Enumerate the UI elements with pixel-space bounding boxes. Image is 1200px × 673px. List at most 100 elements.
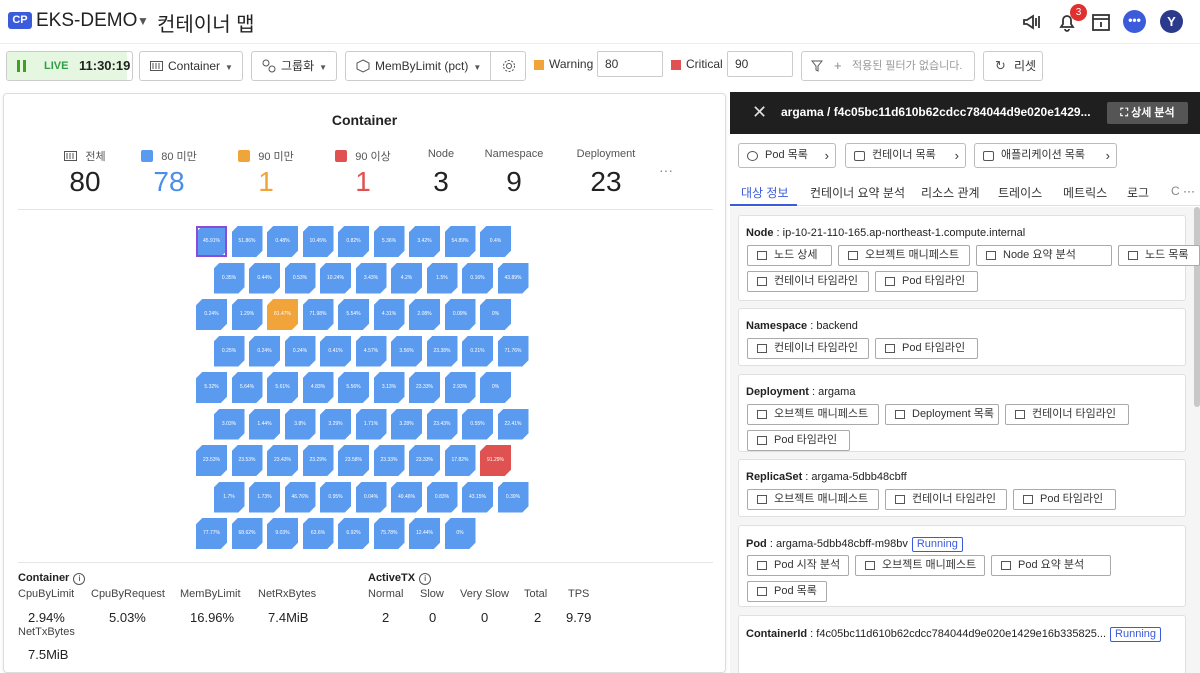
action-button[interactable]: 컨테이너 타임라인 [747, 338, 869, 359]
action-button[interactable]: Pod 타임라인 [1013, 489, 1116, 510]
action-button[interactable]: Node 요약 분석 [976, 245, 1112, 266]
container-cell[interactable]: 0.24% [284, 335, 316, 367]
stat-above-90[interactable]: 90 이상 1 [330, 148, 396, 198]
container-cell[interactable]: 3.28% [391, 408, 422, 440]
container-cell[interactable]: 22.41% [497, 408, 529, 440]
action-button[interactable]: Pod 타임라인 [875, 271, 978, 292]
container-cell[interactable]: 77.77% [196, 518, 227, 549]
tab-logs[interactable]: 로그 [1127, 184, 1149, 201]
container-cell[interactable]: 23.33% [373, 445, 405, 476]
action-button[interactable]: Deployment 목록 [885, 404, 999, 425]
object-type-select[interactable]: Container ▼ [139, 51, 243, 81]
container-cell[interactable]: 43.15% [462, 481, 493, 513]
container-cell[interactable]: 23.43% [426, 408, 458, 440]
container-cell[interactable]: 23.53% [196, 445, 227, 476]
container-cell[interactable]: 0.25% [213, 335, 245, 367]
container-cell[interactable]: 0% [480, 299, 511, 330]
container-cell[interactable]: 6.92% [338, 518, 369, 549]
live-toggle-button[interactable]: LIVE 11:30:19 [6, 51, 133, 81]
tab-target-info[interactable]: 대상 정보 [741, 184, 789, 201]
warning-threshold-input[interactable]: 80 [597, 51, 663, 77]
container-cell[interactable]: 10.24% [320, 262, 351, 294]
container-cell[interactable]: 23.33% [409, 372, 440, 403]
container-cell[interactable]: 3.29% [320, 408, 351, 440]
metric-select[interactable]: MemByLimit (pct) ▼ [345, 51, 491, 81]
container-cell[interactable]: 46.76% [284, 481, 316, 513]
container-cell[interactable]: 0.24% [196, 299, 227, 330]
container-cell[interactable]: 23.53% [231, 445, 263, 476]
action-button[interactable]: 오브젝트 매니페스트 [838, 245, 970, 266]
container-cell[interactable]: 3.8% [284, 408, 316, 440]
container-cell[interactable]: 0.82% [338, 226, 369, 257]
container-cell[interactable]: 1.44% [249, 408, 280, 440]
container-cell[interactable]: 54.89% [444, 226, 476, 257]
container-cell[interactable]: 10.45% [302, 226, 334, 257]
container-cell[interactable]: 0.83% [426, 481, 458, 513]
container-cell[interactable]: 5.56% [338, 372, 369, 403]
container-cell[interactable]: 4.2% [391, 262, 422, 294]
filter-input[interactable]: + 적용된 필터가 없습니다. [801, 51, 975, 81]
container-cell[interactable]: 0.24% [249, 335, 280, 367]
container-cell[interactable]: 0.55% [462, 408, 493, 440]
container-cell[interactable]: 0.09% [444, 299, 476, 330]
container-cell[interactable]: 23.43% [267, 445, 298, 476]
container-cell[interactable]: 71.98% [302, 299, 334, 330]
container-cell[interactable]: 49.46% [391, 481, 422, 513]
container-cell[interactable]: 3.42% [409, 226, 440, 257]
container-cell[interactable]: 3.03% [213, 408, 245, 440]
application-list-button[interactable]: 애플리케이션 목록 › [974, 143, 1117, 168]
stat-below-90[interactable]: 90 미만 1 [233, 148, 299, 198]
container-cell[interactable]: 71.76% [497, 335, 529, 367]
container-cell[interactable]: 75.78% [373, 518, 405, 549]
container-cell[interactable]: 0.95% [320, 481, 351, 513]
container-cell[interactable]: 5.54% [338, 299, 369, 330]
close-icon[interactable]: ✕ [752, 102, 767, 123]
container-cell[interactable]: 12.44% [409, 518, 440, 549]
container-cell[interactable]: 0.39% [497, 481, 529, 513]
container-cell[interactable]: 5.64% [231, 372, 263, 403]
container-cell[interactable]: 23.29% [302, 445, 334, 476]
action-button[interactable]: 컨테이너 타임라인 [1005, 404, 1129, 425]
chat-icon[interactable]: ••• [1123, 10, 1146, 33]
container-cell[interactable]: 0.53% [284, 262, 316, 294]
tab-container-summary[interactable]: 컨테이너 요약 분석 [810, 184, 905, 201]
project-name[interactable]: EKS-DEMO [36, 10, 137, 32]
calendar-icon[interactable] [1089, 10, 1113, 34]
info-icon[interactable]: i [73, 573, 86, 585]
container-cell[interactable]: 23.33% [409, 445, 440, 476]
project-dropdown-icon[interactable]: ▼ [137, 14, 149, 28]
container-cell[interactable]: 0.4% [480, 226, 511, 257]
avatar[interactable]: Y [1160, 10, 1183, 33]
more-icon[interactable]: ··· [659, 162, 673, 178]
container-cell[interactable]: 0.41% [320, 335, 351, 367]
container-cell[interactable]: 4.57% [355, 335, 387, 367]
container-cell[interactable]: 23.58% [338, 445, 369, 476]
action-button[interactable]: Pod 타임라인 [875, 338, 978, 359]
tab-resource-relation[interactable]: 리소스 관계 [921, 184, 980, 201]
action-button[interactable]: Pod 타임라인 [747, 430, 850, 451]
more-tabs-icon[interactable]: ··· [1183, 184, 1195, 198]
action-button[interactable]: 컨테이너 타임라인 [747, 271, 869, 292]
tab-metrics[interactable]: 메트릭스 [1063, 184, 1107, 201]
action-button[interactable]: 컨테이너 타임라인 [885, 489, 1007, 510]
container-cell[interactable]: 0.16% [462, 262, 493, 294]
stat-below-80[interactable]: 80 미만 78 [136, 148, 202, 198]
action-button[interactable]: Pod 목록 [747, 581, 827, 602]
action-button[interactable]: 노드 상세 [747, 245, 832, 266]
container-cell[interactable]: 0.35% [213, 262, 245, 294]
container-cell[interactable]: 4.31% [373, 299, 405, 330]
megaphone-icon[interactable] [1021, 10, 1045, 34]
critical-threshold-input[interactable]: 90 [727, 51, 793, 77]
container-cell[interactable]: 4.83% [302, 372, 334, 403]
container-cell[interactable]: 3.56% [391, 335, 422, 367]
pod-list-button[interactable]: Pod 목록 › [738, 143, 836, 168]
metric-settings-button[interactable] [490, 51, 526, 81]
container-cell[interactable]: 3.13% [373, 372, 405, 403]
action-button[interactable]: 노드 목록 [1118, 245, 1200, 266]
container-cell[interactable]: 91.29% [480, 445, 511, 476]
container-cell[interactable]: 0.21% [462, 335, 493, 367]
container-cell[interactable]: 0.44% [249, 262, 280, 294]
action-button[interactable]: Pod 요약 분석 [991, 555, 1111, 576]
container-cell[interactable]: 0.04% [355, 481, 387, 513]
container-cell[interactable]: 1.5% [426, 262, 458, 294]
